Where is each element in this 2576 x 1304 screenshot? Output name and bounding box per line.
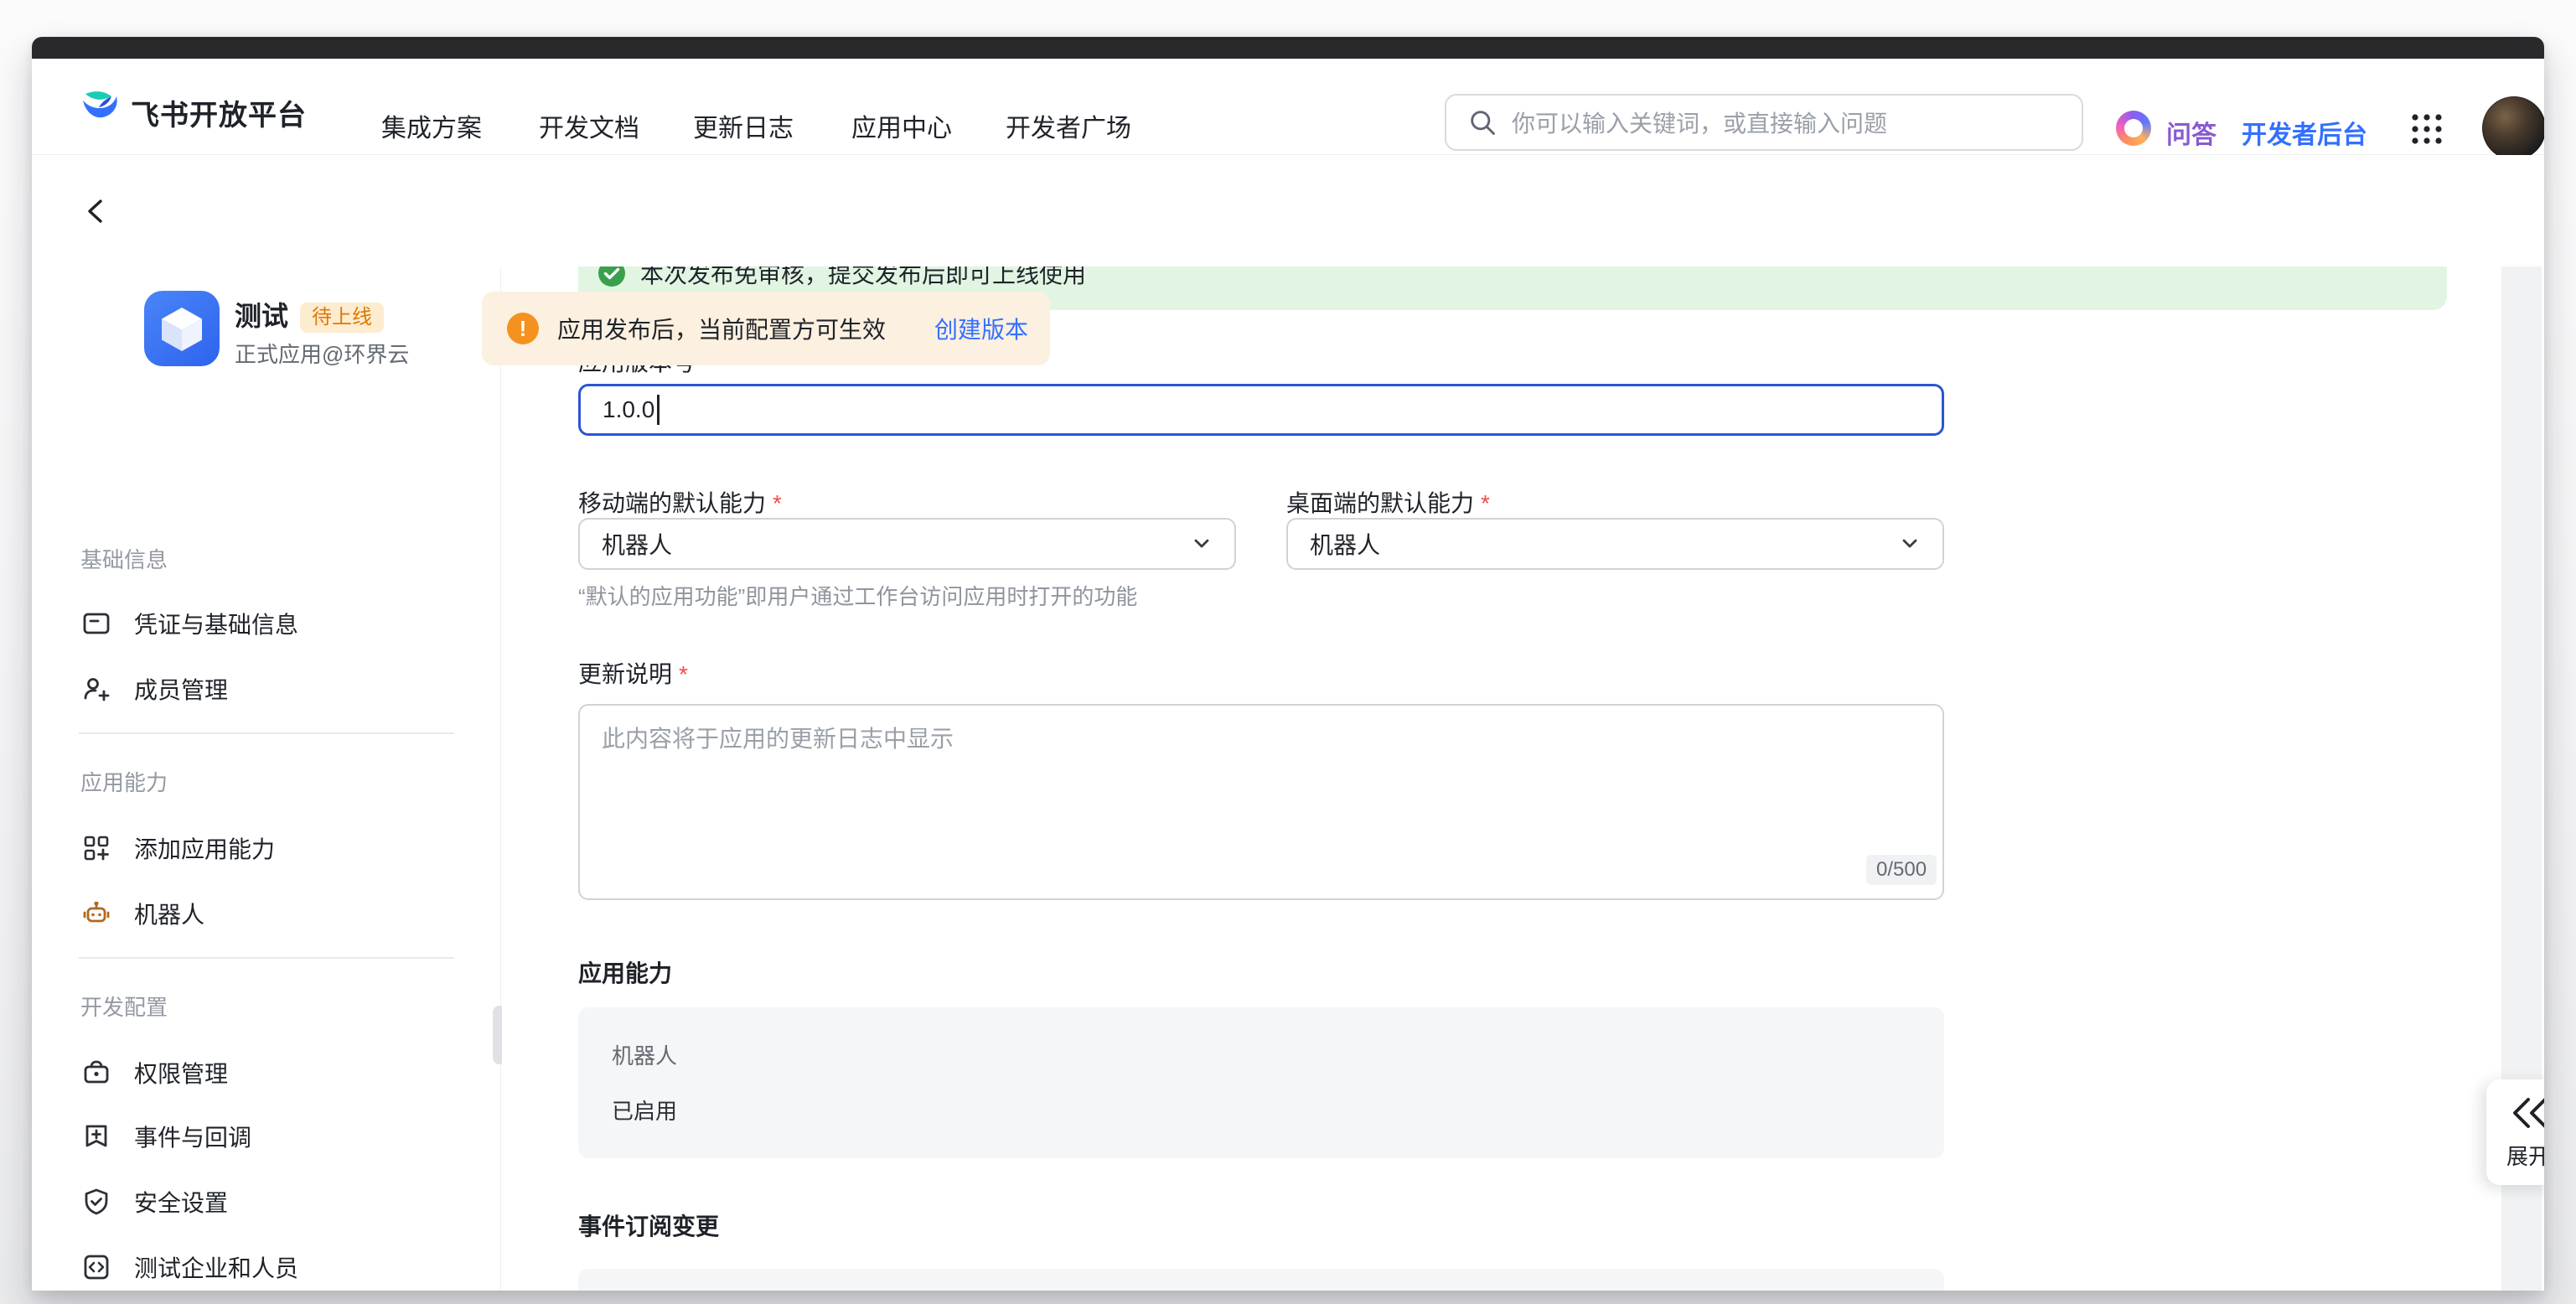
char-counter: 0/500 bbox=[1866, 855, 1937, 885]
grid-plus-icon bbox=[80, 832, 112, 864]
robot-icon bbox=[80, 898, 112, 929]
publish-warning-banner: ! 应用发布后，当前配置方可生效 创建版本 bbox=[482, 292, 1050, 365]
apps-grid-icon[interactable] bbox=[2408, 111, 2445, 147]
shield-check-icon bbox=[80, 1186, 112, 1218]
sidebar: 基础信息 凭证与基础信息 成员管理 应用能力 bbox=[32, 266, 501, 1291]
qa-link[interactable]: 问答 bbox=[2166, 114, 2216, 151]
required-asterisk: * bbox=[679, 661, 688, 687]
update-notes-placeholder: 此内容将于应用的更新日志中显示 bbox=[602, 724, 1921, 754]
nav-item-marketplace[interactable]: 开发者广场 bbox=[1006, 114, 1131, 144]
mobile-capability-select[interactable]: 机器人 bbox=[578, 518, 1236, 570]
update-notes-label: 更新说明* bbox=[578, 660, 688, 689]
sidebar-section-capabilities: 应用能力 bbox=[80, 769, 168, 796]
main-content: 本次发布免审核，提交发布后即可上线使用 应用版本号* 1.0.0 移动端的默认能… bbox=[502, 266, 2544, 1291]
app-name: 测试 bbox=[235, 299, 288, 333]
browser-window: 飞书开放平台 集成方案 开发文档 更新日志 应用中心 开发者广场 你可以输入关键… bbox=[32, 37, 2544, 1291]
user-avatar[interactable] bbox=[2482, 96, 2544, 160]
status-badge: 待上线 bbox=[300, 303, 384, 333]
success-banner-text: 本次发布免审核，提交发布后即可上线使用 bbox=[640, 266, 1086, 290]
nav-item-integration[interactable]: 集成方案 bbox=[381, 114, 482, 144]
mobile-capability-label: 移动端的默认能力* bbox=[578, 489, 782, 518]
id-card-icon bbox=[80, 608, 112, 639]
tab-developer-console[interactable]: 开发者后台 bbox=[2242, 114, 2367, 151]
search-icon bbox=[1466, 106, 1498, 138]
nav-item-app-center[interactable]: 应用中心 bbox=[851, 114, 952, 144]
events-summary-box bbox=[578, 1269, 1944, 1291]
sidebar-item-members[interactable]: 成员管理 bbox=[57, 665, 464, 712]
desktop-capability-label: 桌面端的默认能力* bbox=[1286, 489, 1490, 518]
capability-name: 机器人 bbox=[612, 1039, 677, 1070]
capability-status: 已启用 bbox=[612, 1094, 677, 1125]
sidebar-item-credentials[interactable]: 凭证与基础信息 bbox=[57, 600, 464, 647]
update-notes-textarea[interactable]: 此内容将于应用的更新日志中显示 bbox=[578, 704, 1944, 900]
text-caret bbox=[657, 395, 660, 425]
warning-icon: ! bbox=[507, 313, 539, 344]
app-icon bbox=[144, 291, 220, 366]
chevron-down-icon bbox=[1897, 531, 1922, 556]
sidebar-item-events-callbacks[interactable]: 事件与回调 bbox=[57, 1113, 464, 1160]
create-version-button[interactable]: 创建版本 bbox=[934, 312, 1028, 345]
expand-label: 展开 bbox=[2506, 1140, 2544, 1171]
warning-text: 应用发布后，当前配置方可生效 bbox=[557, 312, 886, 345]
code-square-icon bbox=[80, 1251, 112, 1283]
chevron-down-icon bbox=[1189, 531, 1214, 556]
sidebar-item-add-capability[interactable]: 添加应用能力 bbox=[57, 825, 464, 872]
back-icon[interactable] bbox=[82, 197, 111, 225]
sidebar-item-security[interactable]: 安全设置 bbox=[57, 1178, 464, 1225]
sidebar-divider bbox=[79, 732, 454, 734]
nav-item-docs[interactable]: 开发文档 bbox=[539, 114, 639, 144]
nav-item-changelog[interactable]: 更新日志 bbox=[693, 114, 794, 144]
capability-section-title: 应用能力 bbox=[578, 959, 672, 989]
required-asterisk: * bbox=[773, 490, 782, 516]
search-placeholder: 你可以输入关键词，或直接输入问题 bbox=[1512, 106, 1887, 139]
bookmark-plus-icon bbox=[80, 1120, 112, 1152]
briefcase-lock-icon bbox=[80, 1057, 112, 1089]
app-subtitle: 正式应用@环界云 bbox=[235, 341, 409, 368]
desktop-capability-select[interactable]: 机器人 bbox=[1286, 518, 1944, 570]
double-chevron-left-icon bbox=[2508, 1093, 2544, 1133]
sidebar-item-bot[interactable]: 机器人 bbox=[57, 890, 464, 937]
default-capability-helper: “默认的应用功能”即用户通过工作台访问应用时打开的功能 bbox=[578, 583, 1137, 610]
sidebar-item-test-company[interactable]: 测试企业和人员 bbox=[57, 1244, 464, 1291]
app-header: 测试 待上线 正式应用@环界云 ! 应用发布后，当前配置方可生效 创建版本 bbox=[32, 155, 2544, 266]
sidebar-divider bbox=[79, 957, 454, 959]
success-check-icon bbox=[597, 266, 627, 288]
version-input[interactable]: 1.0.0 bbox=[578, 384, 1944, 436]
top-navigation: 飞书开放平台 集成方案 开发文档 更新日志 应用中心 开发者广场 你可以输入关键… bbox=[32, 59, 2544, 155]
capability-summary-box bbox=[578, 1007, 1944, 1158]
browser-titlebar bbox=[32, 37, 2544, 59]
qa-ring-icon[interactable] bbox=[2116, 111, 2151, 146]
required-asterisk: * bbox=[1481, 490, 1490, 516]
search-input[interactable]: 你可以输入关键词，或直接输入问题 bbox=[1445, 94, 2083, 151]
sidebar-section-dev-config: 开发配置 bbox=[80, 994, 168, 1021]
logo-text: 飞书开放平台 bbox=[131, 92, 307, 133]
sidebar-section-basic-info: 基础信息 bbox=[80, 546, 168, 573]
expand-panel-button[interactable]: 展开 bbox=[2486, 1079, 2544, 1185]
events-section-title: 事件订阅变更 bbox=[578, 1212, 719, 1242]
user-plus-icon bbox=[80, 673, 112, 705]
sidebar-item-permissions[interactable]: 权限管理 bbox=[57, 1049, 464, 1096]
feishu-logo-icon bbox=[79, 86, 121, 128]
